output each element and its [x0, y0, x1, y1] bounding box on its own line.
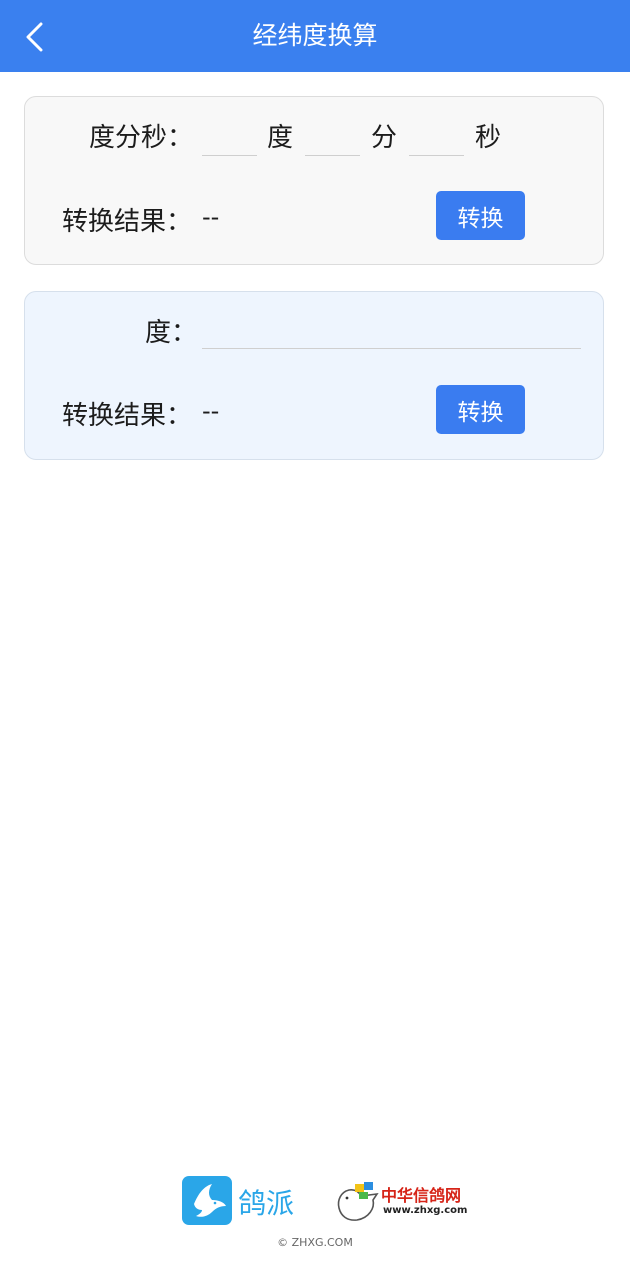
- result-label: 转换结果：: [62, 207, 193, 237]
- convert-button[interactable]: 转换: [436, 191, 525, 240]
- degree-unit: 度: [267, 123, 294, 153]
- gepai-name: 鸽派: [238, 1187, 295, 1220]
- degree-card: 度： 转换结果： -- 转换: [24, 291, 604, 460]
- page-title: 经纬度换算: [252, 21, 378, 50]
- copyright: © ZHXG.COM: [277, 1236, 353, 1249]
- result-value: --: [202, 397, 220, 425]
- convert-button[interactable]: 转换: [436, 385, 525, 434]
- zhxg-name: 中华信鸽网: [381, 1186, 462, 1205]
- zhxg-url: www.zhxg.com: [383, 1205, 468, 1216]
- dms-label: 度分秒：: [89, 123, 194, 153]
- minute-unit: 分: [371, 123, 398, 153]
- second-unit: 秒: [475, 123, 502, 153]
- gepai-logo: 鸽派: [182, 1176, 298, 1226]
- result-value: --: [202, 203, 220, 231]
- second-input[interactable]: [409, 115, 464, 156]
- app-bar: 经纬度换算: [0, 0, 630, 72]
- degree-input[interactable]: [202, 115, 257, 156]
- footer-logos: 鸽派 中华信鸽网 www.zhxg.com: [0, 1176, 630, 1226]
- minute-input[interactable]: [305, 115, 360, 156]
- dms-card: 度分秒： 度 分 秒 转换结果： -- 转换: [24, 96, 604, 265]
- pigeon-emblem-icon: [337, 1182, 379, 1221]
- zhxg-logo: 中华信鸽网 www.zhxg.com: [333, 1178, 468, 1224]
- result-label: 转换结果：: [62, 401, 193, 431]
- degree-label: 度：: [145, 318, 198, 348]
- pigeon-icon: [182, 1176, 232, 1225]
- degree-decimal-input[interactable]: [202, 308, 581, 349]
